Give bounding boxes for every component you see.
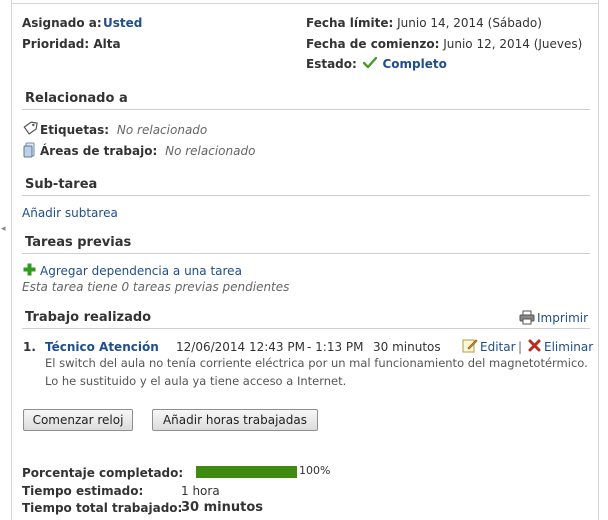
start-clock-button[interactable]: Comenzar reloj xyxy=(23,409,133,431)
due-date-value: Junio 14, 2014 (Sábado) xyxy=(397,16,542,30)
start-date-value: Junio 12, 2014 (Jueves) xyxy=(443,37,583,51)
prereq-note: Esta tarea tiene 0 tareas previas pendie… xyxy=(22,280,290,294)
check-icon xyxy=(362,56,377,69)
prereq-section-title: Tareas previas xyxy=(25,235,132,250)
progress-bar xyxy=(196,466,297,478)
priority-label-text: Prioridad: xyxy=(22,37,90,51)
total-label: Tiempo total trabajado: xyxy=(22,501,183,515)
folder-icon xyxy=(23,142,35,158)
status-label: Estado: xyxy=(306,57,357,71)
start-date-label: Fecha de comienzo: xyxy=(306,37,440,51)
x-icon[interactable] xyxy=(528,339,541,352)
entry-note-line-2: Lo he sustituido y el aula ya tiene acce… xyxy=(45,374,347,388)
printer-icon[interactable] xyxy=(519,310,535,325)
entry-number: 1. xyxy=(23,340,36,354)
status-row: Estado: Completo xyxy=(306,56,447,71)
areas-label: Áreas de trabajo: xyxy=(40,144,158,158)
percent-label: Porcentaje completado: xyxy=(22,466,184,480)
pencil-icon[interactable] xyxy=(462,338,478,353)
assigned-user-link[interactable]: Usted xyxy=(103,16,142,30)
work-section-title: Trabajo realizado xyxy=(25,310,152,325)
related-section-title: Relacionado a xyxy=(25,91,128,106)
add-hours-button[interactable]: Añadir horas trabajadas xyxy=(152,409,318,431)
estimated-value: 1 hora xyxy=(181,484,220,498)
priority-value: Alta xyxy=(93,37,121,51)
start-date-row: Fecha de comienzo: Junio 12, 2014 (Jueve… xyxy=(306,37,582,51)
areas-value: No relacionado xyxy=(165,144,256,158)
entry-note-line-1: El switch del aula no tenía corriente el… xyxy=(45,356,588,370)
work-divider xyxy=(22,328,590,329)
entry-datetime: 12/06/2014 12:43 PM xyxy=(176,340,305,354)
entry-person-link[interactable]: Técnico Atención xyxy=(45,340,159,354)
collapse-arrow-icon[interactable]: ◂ xyxy=(1,224,6,234)
add-subtask-link[interactable]: Añadir subtarea xyxy=(22,206,118,220)
top-divider xyxy=(11,3,599,4)
action-separator: | xyxy=(518,340,523,354)
status-value-link[interactable]: Completo xyxy=(382,57,446,71)
estimated-label: Tiempo estimado: xyxy=(22,484,144,498)
delete-entry-link[interactable]: Eliminar xyxy=(544,340,593,354)
subtask-divider xyxy=(22,195,590,196)
task-panel xyxy=(11,0,599,520)
add-dependency-link[interactable]: Agregar dependencia a una tarea xyxy=(40,264,242,278)
tag-icon xyxy=(23,121,38,135)
tags-row: Etiquetas: No relacionado xyxy=(40,123,207,137)
tags-value: No relacionado xyxy=(116,123,208,137)
assigned-label: Asignado a: xyxy=(22,16,102,30)
entry-duration: 30 minutos xyxy=(373,340,441,354)
due-date-row: Fecha límite: Junio 14, 2014 (Sábado) xyxy=(306,16,542,30)
total-value: 30 minutos xyxy=(181,500,264,515)
percent-value: 100% xyxy=(299,464,331,477)
print-link[interactable]: Imprimir xyxy=(537,311,588,325)
tags-label: Etiquetas: xyxy=(40,123,110,137)
subtask-section-title: Sub-tarea xyxy=(25,177,98,192)
edit-entry-link[interactable]: Editar xyxy=(480,340,516,354)
plus-icon[interactable] xyxy=(23,263,36,276)
related-divider xyxy=(22,109,590,110)
priority-label: Prioridad: Alta xyxy=(22,37,121,51)
prereq-divider xyxy=(22,253,590,254)
due-date-label: Fecha límite: xyxy=(306,16,394,30)
entry-end-time: - 1:13 PM xyxy=(307,340,364,354)
progress-fill xyxy=(196,466,297,478)
areas-row: Áreas de trabajo: No relacionado xyxy=(40,144,255,158)
